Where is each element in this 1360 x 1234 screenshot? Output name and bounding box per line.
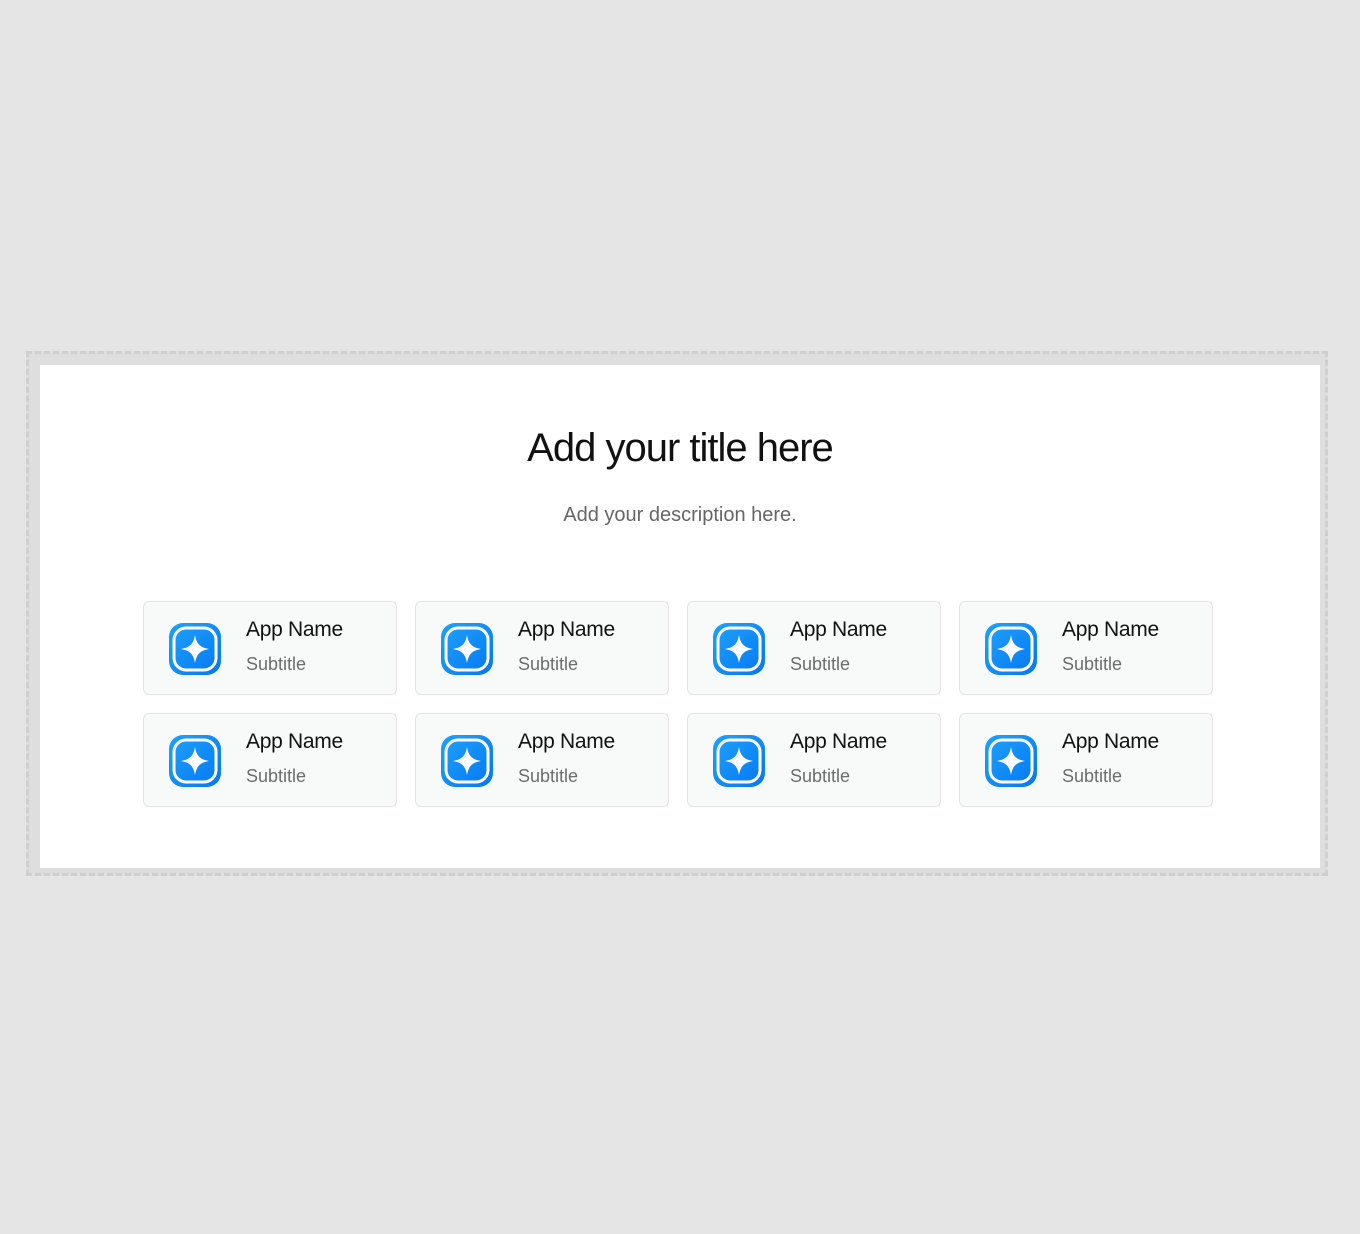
app-subtitle: Subtitle	[518, 654, 579, 674]
app-name: App Name	[246, 730, 343, 753]
app-card[interactable]: App Name Subtitle	[687, 713, 941, 807]
app-grid: App Name Subtitle App Name Subtitle App …	[143, 601, 1215, 807]
app-subtitle: Subtitle	[790, 766, 851, 786]
app-name: App Name	[246, 618, 343, 641]
sparkle-app-icon	[169, 735, 221, 787]
sparkle-app-icon	[713, 623, 765, 675]
app-card[interactable]: App Name Subtitle	[143, 601, 397, 695]
app-name: App Name	[1062, 730, 1159, 753]
app-name: App Name	[518, 730, 615, 753]
sparkle-app-icon	[441, 623, 493, 675]
app-name: App Name	[518, 618, 615, 641]
page-description: Add your description here.	[563, 504, 797, 526]
app-card[interactable]: App Name Subtitle	[687, 601, 941, 695]
app-card[interactable]: App Name Subtitle	[959, 601, 1213, 695]
app-subtitle: Subtitle	[790, 654, 851, 674]
app-card[interactable]: App Name Subtitle	[415, 713, 669, 807]
app-subtitle: Subtitle	[246, 766, 307, 786]
app-subtitle: Subtitle	[1062, 766, 1123, 786]
sparkle-app-icon	[441, 735, 493, 787]
app-card[interactable]: App Name Subtitle	[143, 713, 397, 807]
sparkle-app-icon	[169, 623, 221, 675]
sparkle-app-icon	[985, 623, 1037, 675]
app-name: App Name	[1062, 618, 1159, 641]
app-card[interactable]: App Name Subtitle	[959, 713, 1213, 807]
page-title: Add your title here	[527, 426, 834, 470]
sparkle-app-icon	[713, 735, 765, 787]
app-name: App Name	[790, 730, 887, 753]
app-card[interactable]: App Name Subtitle	[415, 601, 669, 695]
app-subtitle: Subtitle	[246, 654, 307, 674]
app-name: App Name	[790, 618, 887, 641]
app-subtitle: Subtitle	[1062, 654, 1123, 674]
sparkle-app-icon	[985, 735, 1037, 787]
app-subtitle: Subtitle	[518, 766, 579, 786]
